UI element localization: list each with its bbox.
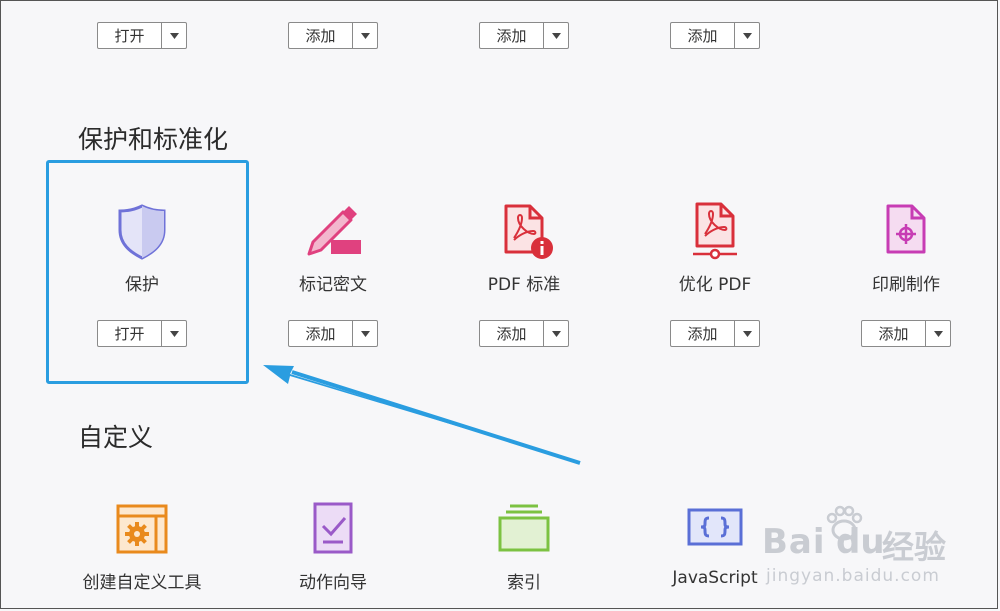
watermark-brand-cn: 经验 <box>882 528 947 566</box>
index-icon <box>498 504 550 552</box>
watermark-brand-left: Bai <box>762 522 826 562</box>
tool-label: 创建自定义工具 <box>82 573 202 593</box>
tool-label: 索引 <box>507 573 541 593</box>
tool-action-wizard[interactable]: 动作向导 <box>253 496 413 593</box>
javascript-braces-icon <box>687 508 743 546</box>
watermark-brand-right: du <box>836 522 885 562</box>
watermark-url: jingyan.baidu.com <box>766 566 940 586</box>
tool-index[interactable]: 索引 <box>444 496 604 593</box>
section-title-custom: 自定义 <box>78 423 154 452</box>
baidu-watermark: Bai du 经验 jingyan.baidu.com <box>762 500 982 600</box>
tool-label: 动作向导 <box>299 573 367 593</box>
custom-tool-gear-icon <box>116 504 168 554</box>
tool-create-custom[interactable]: 创建自定义工具 <box>62 496 222 593</box>
action-wizard-icon <box>313 502 353 554</box>
